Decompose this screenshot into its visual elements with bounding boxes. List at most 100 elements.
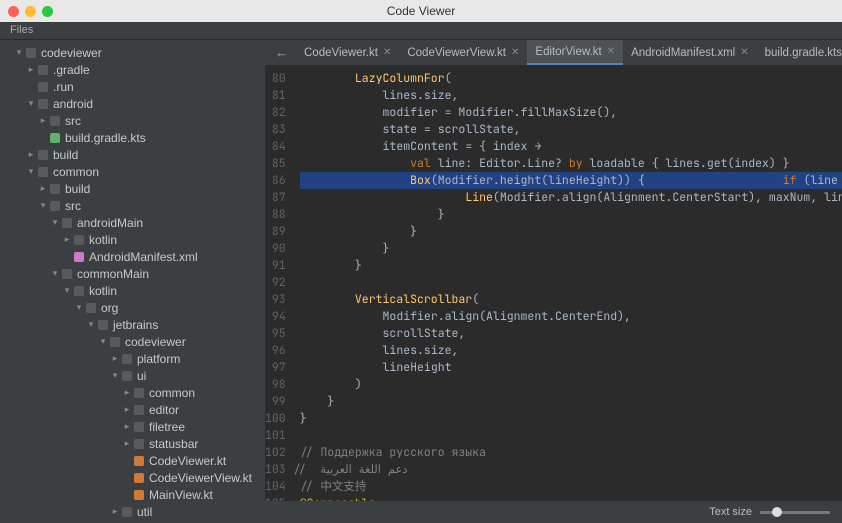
line-number: 95 [265, 325, 286, 342]
tree-item[interactable]: ▾org [0, 299, 265, 316]
code-body[interactable]: 8081828384858687888990919293949596979899… [265, 66, 842, 501]
close-icon[interactable]: ✕ [383, 47, 391, 58]
tree-arrow-icon[interactable]: ▾ [98, 336, 108, 347]
tree-arrow-icon[interactable]: ▸ [110, 506, 120, 517]
code-lines[interactable]: LazyColumnFor( lines.size, modifier = Mo… [294, 66, 842, 501]
code-line[interactable]: scrollState, [300, 325, 842, 342]
code-line[interactable]: } [300, 257, 842, 274]
tree-item[interactable]: ▾ kotlin [0, 282, 265, 299]
code-line[interactable]: state = scrollState, [300, 121, 842, 138]
folder-icon [48, 201, 62, 211]
tree-item[interactable]: ▾androidMain [0, 214, 265, 231]
code-line[interactable]: lines.size, [300, 87, 842, 104]
tree-item-label: kotlin [89, 284, 117, 298]
tree-item[interactable]: CodeViewerView.kt [0, 469, 265, 486]
code-line[interactable]: modifier = Modifier.fillMaxSize(), [300, 104, 842, 121]
tree-item[interactable]: CodeViewer.kt [0, 452, 265, 469]
code-line[interactable]: @Composable [300, 495, 842, 501]
close-icon[interactable]: ✕ [740, 47, 748, 58]
tree-item[interactable]: build.gradle.kts [0, 129, 265, 146]
tree-item[interactable]: ▾src [0, 197, 265, 214]
minimize-window-button[interactable] [25, 6, 36, 17]
tree-item[interactable]: AndroidManifest.xml [0, 248, 265, 265]
tree-item[interactable]: ▾codeviewer [0, 333, 265, 350]
tree-item[interactable]: ▸src [0, 112, 265, 129]
code-line[interactable]: } [300, 223, 842, 240]
code-line[interactable]: lineHeight [300, 359, 842, 376]
code-line[interactable]: Line(Modifier.align(Alignment.CenterStar… [300, 189, 842, 206]
line-number: 101 [265, 427, 286, 444]
code-line[interactable]: ) [300, 376, 842, 393]
tree-arrow-icon[interactable]: ▸ [38, 115, 48, 126]
tree-item[interactable]: ▾commonMain [0, 265, 265, 282]
tree-item[interactable]: ▸kotlin [0, 231, 265, 248]
tree-arrow-icon[interactable]: ▾ [110, 370, 120, 381]
code-line[interactable]: } [300, 393, 842, 410]
tree-arrow-icon[interactable]: ▸ [122, 404, 132, 415]
tree-item[interactable]: ▾android [0, 95, 265, 112]
tree-item[interactable]: ▾codeviewer [0, 44, 265, 61]
close-window-button[interactable] [8, 6, 19, 17]
code-line[interactable]: LazyColumnFor( [300, 70, 842, 87]
editor-tab[interactable]: CodeViewer.kt✕ [296, 40, 399, 65]
tree-item[interactable]: ▾common [0, 163, 265, 180]
text-size-slider[interactable] [760, 511, 830, 514]
line-number: 100 [265, 410, 286, 427]
code-line[interactable]: // دعم اللغة العربية [300, 461, 842, 478]
tree-item[interactable]: ▸.gradle [0, 61, 265, 78]
code-line[interactable]: if (line == null) { [645, 172, 842, 189]
code-line[interactable] [300, 427, 842, 444]
tree-arrow-icon[interactable]: ▸ [26, 64, 36, 75]
tree-arrow-icon[interactable]: ▾ [62, 285, 72, 296]
tree-arrow-icon[interactable]: ▾ [26, 98, 36, 109]
tree-item[interactable]: ▸platform [0, 350, 265, 367]
code-line[interactable]: } [300, 240, 842, 257]
tree-arrow-icon[interactable]: ▾ [50, 217, 60, 228]
tab-prev-icon[interactable]: ← [269, 45, 294, 60]
editor-tab[interactable]: EditorView.kt✕ [527, 40, 623, 65]
tree-arrow-icon[interactable]: ▾ [14, 47, 24, 58]
maximize-window-button[interactable] [42, 6, 53, 17]
tree-item[interactable]: .run [0, 78, 265, 95]
tree-arrow-icon[interactable]: ▾ [74, 302, 84, 313]
tree-arrow-icon[interactable]: ▸ [122, 421, 132, 432]
code-line[interactable]: Modifier.align(Alignment.CenterEnd), [300, 308, 842, 325]
tree-arrow-icon[interactable]: ▸ [26, 149, 36, 160]
code-line[interactable]: } [300, 410, 842, 427]
code-line[interactable]: // Поддержка русского языка [300, 444, 842, 461]
slider-thumb[interactable] [772, 507, 782, 517]
tree-item[interactable]: ▸build [0, 180, 265, 197]
tree-arrow-icon[interactable]: ▸ [38, 183, 48, 194]
code-line[interactable]: Box(Modifier.height(lineHeight)) { [300, 172, 645, 189]
code-line[interactable]: val line: Editor.Line? by loadable { lin… [300, 155, 842, 172]
tree-arrow-icon[interactable]: ▸ [122, 438, 132, 449]
tree-item[interactable]: ▾ui [0, 367, 265, 384]
tree-item[interactable]: ▾jetbrains [0, 316, 265, 333]
tree-item[interactable]: MainView.kt [0, 486, 265, 503]
tree-item[interactable]: ▸util [0, 503, 265, 520]
close-icon[interactable]: ✕ [511, 47, 519, 58]
code-line[interactable]: } [300, 206, 842, 223]
close-icon[interactable]: ✕ [607, 46, 615, 57]
editor-tab[interactable]: build.gradle.kts✕ [757, 40, 842, 65]
tree-item[interactable]: ▸statusbar [0, 435, 265, 452]
file-tree[interactable]: ▾codeviewer▸.gradle.run▾android▸srcbuild… [0, 40, 265, 523]
tree-arrow-icon[interactable]: ▸ [110, 353, 120, 364]
editor-tab[interactable]: CodeViewerView.kt✕ [399, 40, 527, 65]
tree-arrow-icon[interactable]: ▾ [50, 268, 60, 279]
code-line[interactable]: VerticalScrollbar( [300, 291, 842, 308]
tree-arrow-icon[interactable]: ▾ [86, 319, 96, 330]
code-line[interactable]: lines.size, [300, 342, 842, 359]
code-line[interactable] [300, 274, 842, 291]
tree-item[interactable]: ▸filetree [0, 418, 265, 435]
tree-item[interactable]: ▸common [0, 384, 265, 401]
editor-tab[interactable]: AndroidManifest.xml✕ [623, 40, 757, 65]
code-line[interactable]: // 中文支持 [300, 478, 842, 495]
tree-arrow-icon[interactable]: ▸ [62, 234, 72, 245]
tree-arrow-icon[interactable]: ▾ [38, 200, 48, 211]
tree-item[interactable]: ▸editor [0, 401, 265, 418]
code-line[interactable]: itemContent = { index → [300, 138, 842, 155]
tree-item[interactable]: ▸build [0, 146, 265, 163]
tree-arrow-icon[interactable]: ▾ [26, 166, 36, 177]
tree-arrow-icon[interactable]: ▸ [122, 387, 132, 398]
